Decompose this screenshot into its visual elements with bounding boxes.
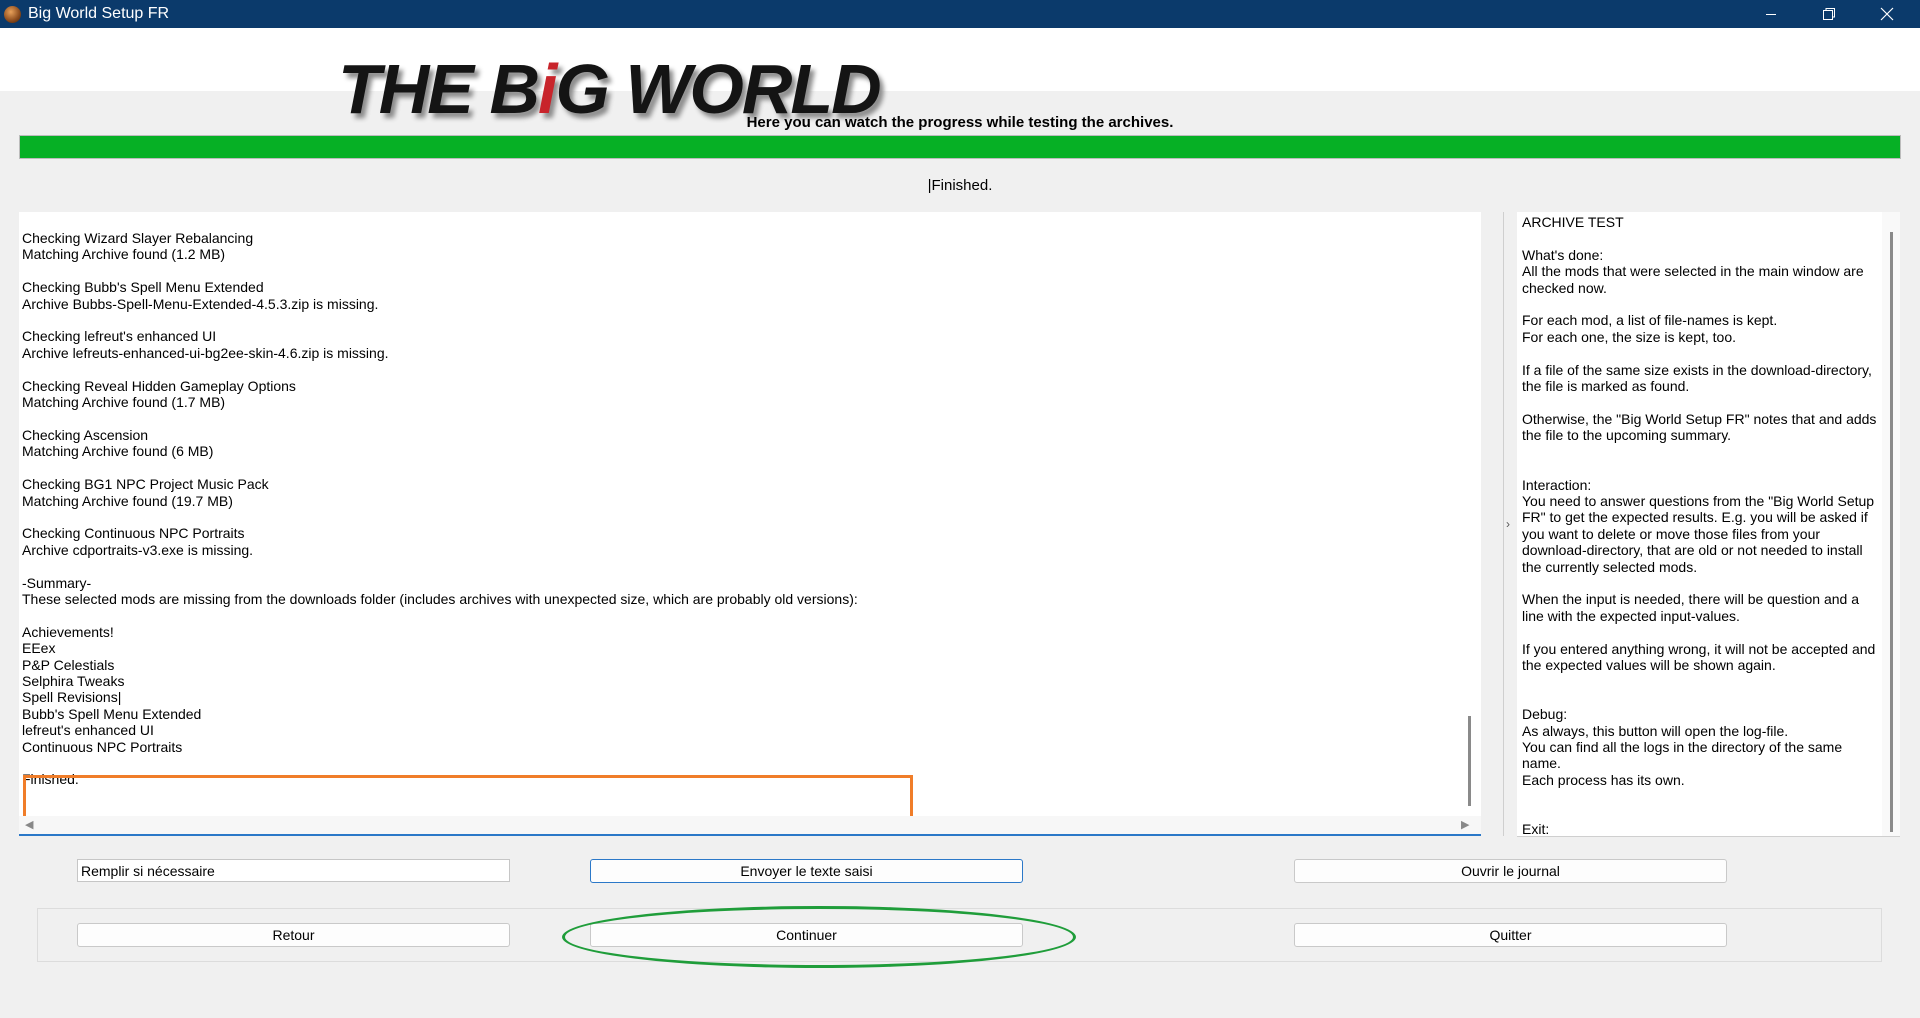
scroll-right-icon[interactable]: ▶: [1461, 816, 1469, 834]
log-output[interactable]: Checking Wizard Slayer Rebalancing Match…: [19, 212, 1481, 836]
back-button[interactable]: Retour: [77, 923, 510, 947]
close-icon: [1880, 7, 1894, 21]
help-vertical-scroll-thumb[interactable]: [1890, 232, 1893, 832]
minimize-button[interactable]: [1742, 0, 1800, 28]
continue-button[interactable]: Continuer: [590, 923, 1023, 947]
minimize-icon: [1766, 14, 1776, 15]
close-button[interactable]: [1858, 0, 1916, 28]
restore-icon: [1823, 8, 1835, 20]
restore-button[interactable]: [1800, 0, 1858, 28]
status-text: |Finished.: [927, 177, 993, 194]
help-text: ARCHIVE TEST What's done: All the mods t…: [1522, 214, 1877, 837]
header-banner: THE BiG WORLD: [0, 28, 1920, 124]
help-vertical-scrollbar[interactable]: [1882, 212, 1900, 836]
app-icon: [4, 6, 21, 23]
input-field[interactable]: [77, 859, 510, 882]
progress-label: Here you can watch the progress while te…: [746, 114, 1174, 131]
log-horizontal-scrollbar[interactable]: ◀ ▶: [19, 816, 1481, 834]
quit-button[interactable]: Quitter: [1294, 923, 1727, 947]
pane-splitter[interactable]: ›: [1503, 212, 1516, 836]
title-bar: Big World Setup FR: [0, 0, 1920, 28]
progress-fill: [20, 136, 1900, 158]
help-panel[interactable]: ARCHIVE TEST What's done: All the mods t…: [1517, 212, 1900, 837]
window-title: Big World Setup FR: [28, 5, 170, 22]
chevron-right-icon[interactable]: ›: [1506, 517, 1510, 531]
send-text-button[interactable]: Envoyer le texte saisi: [590, 859, 1023, 883]
log-vertical-scrollbar[interactable]: [1463, 212, 1481, 816]
progress-bar: [19, 135, 1901, 159]
log-text: Checking Wizard Slayer Rebalancing Match…: [22, 230, 858, 788]
scroll-left-icon[interactable]: ◀: [25, 816, 33, 834]
log-vertical-scroll-thumb[interactable]: [1468, 716, 1471, 806]
open-log-button[interactable]: Ouvrir le journal: [1294, 859, 1727, 883]
